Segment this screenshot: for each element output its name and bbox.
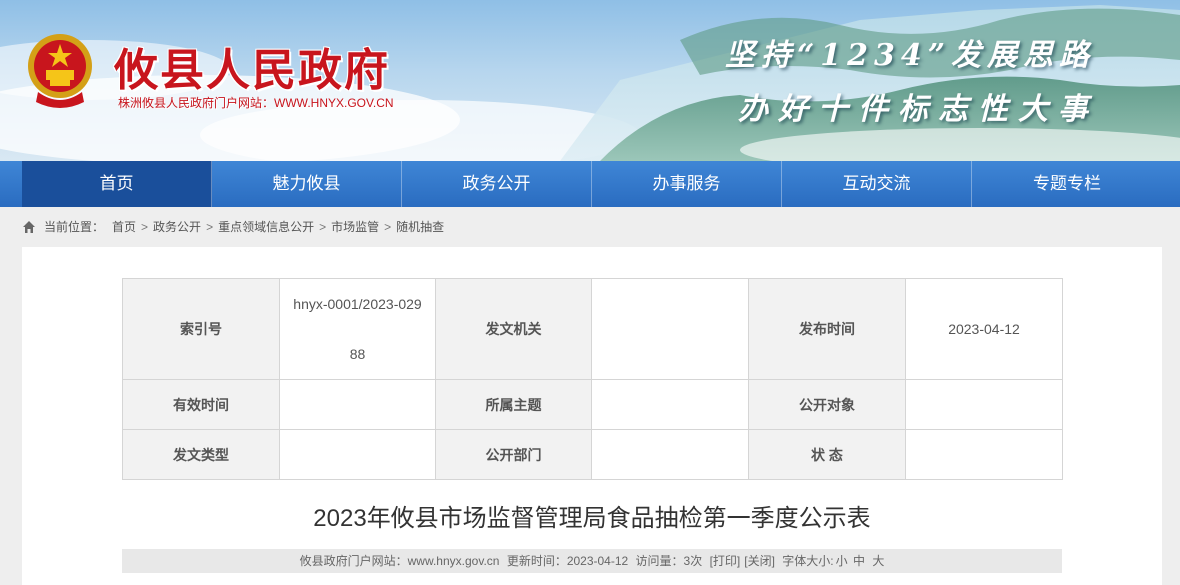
- print-link[interactable]: [打印]: [710, 554, 741, 568]
- article-info-bar: 攸县政府门户网站：www.hnyx.gov.cn 更新时间：2023-04-12…: [122, 549, 1062, 573]
- breadcrumb-prefix: 当前位置：: [44, 220, 105, 234]
- topic-label: 所属主题: [435, 379, 592, 430]
- publish-date-label: 发布时间: [748, 278, 906, 380]
- nav-item-interaction[interactable]: 互动交流: [782, 161, 972, 207]
- breadcrumb-item-key-areas[interactable]: 重点领域信息公开: [218, 216, 314, 238]
- nav-item-charm[interactable]: 魅力攸县: [212, 161, 402, 207]
- publishing-dept-value: [591, 429, 749, 480]
- breadcrumb-separator: >: [206, 220, 214, 234]
- breadcrumb-separator: >: [384, 220, 392, 234]
- article-title: 2023年攸县市场监督管理局食品抽检第一季度公示表: [313, 505, 871, 532]
- national-emblem-icon: [28, 34, 92, 108]
- breadcrumb-item-gov-affairs[interactable]: 政务公开: [153, 216, 201, 238]
- breadcrumb-item-random-check[interactable]: 随机抽查: [396, 216, 444, 238]
- document-meta-table: 索引号 hnyx-0001/2023-02988 发文机关 发布时间 2023-…: [122, 278, 1063, 480]
- publishing-dept-label: 公开部门: [435, 429, 592, 480]
- breadcrumb-item-market-supervision[interactable]: 市场监管: [331, 216, 379, 238]
- publish-date-value: 2023-04-12: [905, 278, 1063, 380]
- font-size-label: 字体大小:: [782, 554, 834, 568]
- document-type-value: [279, 429, 436, 480]
- main-nav: 首页 魅力攸县 政务公开 办事服务 互动交流 专题专栏: [0, 161, 1180, 207]
- info-views: 访问量：3次: [635, 554, 703, 568]
- issuing-authority-label: 发文机关: [435, 278, 592, 380]
- breadcrumb: 当前位置： 首页 > 政务公开 > 重点领域信息公开 > 市场监管 > 随机抽查: [22, 216, 444, 238]
- status-value: [905, 429, 1063, 480]
- site-title: 攸县人民政府: [114, 45, 390, 96]
- index-number-value: hnyx-0001/2023-02988: [279, 278, 436, 380]
- document-type-label: 发文类型: [122, 429, 280, 480]
- nav-item-home[interactable]: 首页: [22, 161, 212, 207]
- audience-label: 公开对象: [748, 379, 906, 430]
- breadcrumb-separator: >: [141, 220, 149, 234]
- topic-value: [591, 379, 749, 430]
- status-label: 状 态: [748, 429, 906, 480]
- valid-period-value: [279, 379, 436, 430]
- nav-item-topics[interactable]: 专题专栏: [972, 161, 1162, 207]
- site-banner: 攸县人民政府 株洲攸县人民政府门户网站：WWW.HNYX.GOV.CN 坚持“1…: [0, 0, 1180, 161]
- valid-period-label: 有效时间: [122, 379, 280, 430]
- breadcrumb-separator: >: [319, 220, 327, 234]
- slogan-line-2: 办好十件标志性大事: [738, 92, 1098, 127]
- font-size-small[interactable]: 小: [836, 554, 848, 568]
- info-updated: 更新时间：2023-04-12: [506, 554, 629, 568]
- issuing-authority-value: [591, 278, 749, 380]
- content-card: 索引号 hnyx-0001/2023-02988 发文机关 发布时间 2023-…: [22, 247, 1162, 585]
- home-icon: [23, 221, 35, 233]
- font-size-large[interactable]: 大: [872, 554, 884, 568]
- site-url: 株洲攸县人民政府门户网站：WWW.HNYX.GOV.CN: [118, 96, 394, 110]
- breadcrumb-item-home[interactable]: 首页: [112, 216, 136, 238]
- close-link[interactable]: [关闭]: [744, 554, 775, 568]
- info-site: 攸县政府门户网站：www.hnyx.gov.cn: [299, 554, 500, 568]
- audience-value: [905, 379, 1063, 430]
- nav-item-services[interactable]: 办事服务: [592, 161, 782, 207]
- nav-item-gov-affairs[interactable]: 政务公开: [402, 161, 592, 207]
- slogan-line-1: 坚持“1234”发展思路: [725, 38, 1096, 73]
- font-size-medium[interactable]: 中: [853, 554, 865, 568]
- index-number-label: 索引号: [122, 278, 280, 380]
